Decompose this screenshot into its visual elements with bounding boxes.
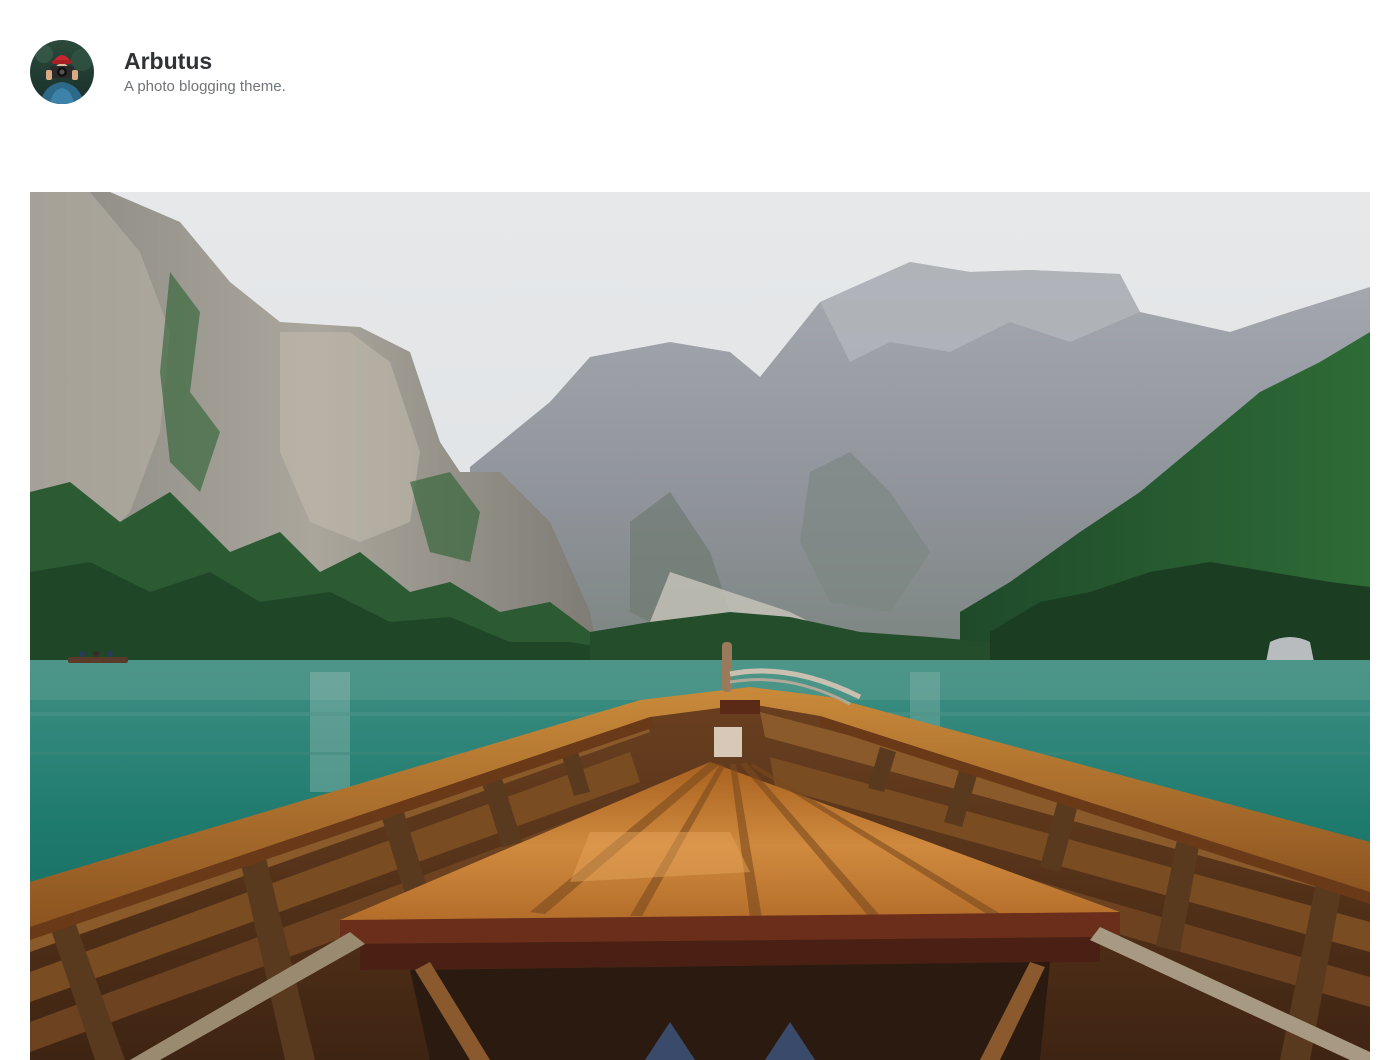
site-branding: Arbutus A photo blogging theme. xyxy=(124,47,286,97)
avatar-photographer-image xyxy=(30,40,94,104)
site-title-link[interactable]: Arbutus xyxy=(124,47,286,75)
lake-boat-photo xyxy=(30,192,1370,1060)
site-description: A photo blogging theme. xyxy=(124,78,286,95)
site-avatar[interactable] xyxy=(30,40,94,104)
site-header: Arbutus A photo blogging theme. xyxy=(30,40,286,104)
featured-photo[interactable] xyxy=(30,192,1370,1060)
